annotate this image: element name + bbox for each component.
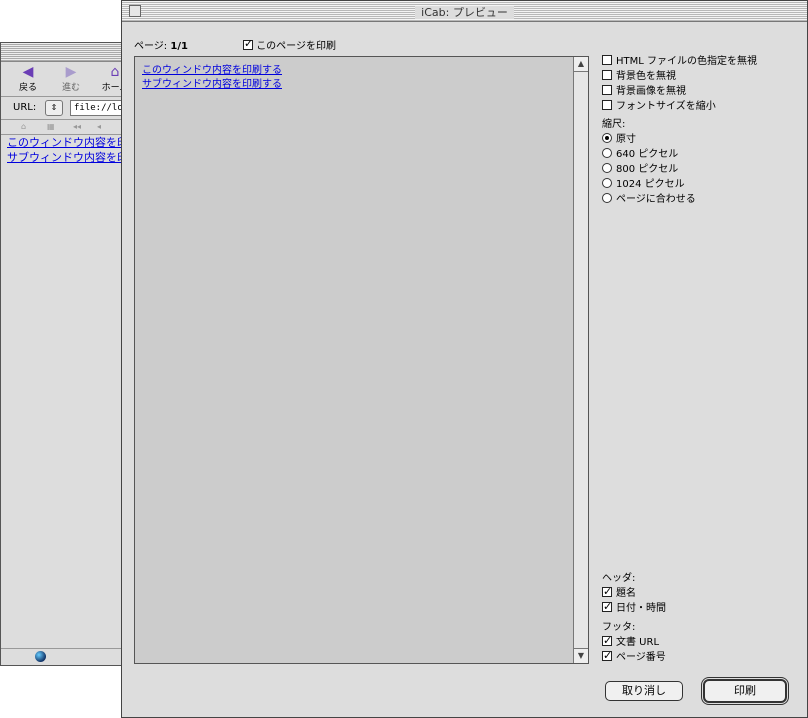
back-small-icon[interactable]: ◂	[97, 122, 101, 131]
scale-original[interactable]: 原寸	[602, 132, 696, 147]
ignore-options-group: HTML ファイルの色指定を無視 背景色を無視 背景画像を無視 フォントサイズを…	[602, 54, 757, 114]
background-window-titlebar[interactable]	[1, 43, 123, 62]
browser-toolbar: ◀ 戻る ▶ 進む ⌂ ホーム	[1, 62, 128, 97]
back-arrow-icon: ◀	[22, 64, 34, 80]
print-preview-pane: このウィンドウ内容を印刷する サブウィンドウ内容を印刷する ▲ ▼	[134, 56, 589, 664]
radio-icon[interactable]	[602, 148, 612, 158]
footer-pagenum-checkbox[interactable]: ページ番号	[602, 648, 666, 665]
status-bar	[1, 648, 123, 665]
checkbox-icon[interactable]	[602, 85, 612, 95]
browser-content-area: このウィンドウ内容を印刷する サブウィンドウ内容を印刷する	[7, 135, 161, 647]
checkbox-icon[interactable]	[602, 599, 612, 614]
scale-640[interactable]: 640 ピクセル	[602, 147, 696, 162]
print-this-page-label: このページを印刷	[256, 41, 336, 52]
scale-800[interactable]: 800 ピクセル	[602, 162, 696, 177]
dialog-title: iCab: プレビュー	[415, 6, 514, 19]
link-print-subwindow[interactable]: サブウィンドウ内容を印刷する	[7, 150, 161, 165]
radio-icon[interactable]	[602, 178, 612, 188]
option-ignore-bg-color[interactable]: 背景色を無視	[602, 69, 757, 84]
checkbox-icon[interactable]	[602, 633, 612, 648]
option-ignore-bg-image[interactable]: 背景画像を無視	[602, 84, 757, 99]
scale-heading: 縮尺:	[602, 119, 626, 130]
vertical-scrollbar[interactable]: ▲ ▼	[573, 57, 588, 663]
header-datetime-checkbox[interactable]: 日付・時間	[602, 599, 666, 616]
background-browser-window[interactable]: ◀ 戻る ▶ 進む ⌂ ホーム URL: ⇕ file://loca ⌂ ▦ ◂…	[0, 42, 161, 666]
footer-group: フッタ: 文書 URL ページ番号	[602, 620, 666, 665]
checkbox-icon[interactable]	[602, 584, 612, 599]
option-shrink-font[interactable]: フォントサイズを縮小	[602, 99, 757, 114]
checkbox-icon[interactable]	[602, 648, 612, 663]
dialog-titlebar[interactable]: iCab: プレビュー	[122, 1, 807, 22]
scale-group: 縮尺: 原寸 640 ピクセル 800 ピクセル 1024 ピクセル ページに合…	[602, 117, 696, 207]
radio-icon[interactable]	[602, 193, 612, 203]
preview-link-print-subwindow[interactable]: サブウィンドウ内容を印刷する	[142, 78, 282, 92]
print-this-page-checkbox[interactable]: このページを印刷	[243, 37, 336, 52]
scroll-up-arrow-icon[interactable]: ▲	[574, 57, 588, 72]
page-indicator: ページ: 1/1	[134, 37, 188, 52]
home-small-icon[interactable]: ⌂	[21, 122, 26, 131]
checkbox-icon[interactable]	[602, 55, 612, 65]
scroll-down-arrow-icon[interactable]: ▼	[574, 648, 588, 663]
link-print-window[interactable]: このウィンドウ内容を印刷する	[7, 135, 161, 150]
forward-button[interactable]: ▶ 進む	[51, 64, 91, 93]
globe-icon	[35, 651, 46, 662]
grid-icon[interactable]: ▦	[47, 122, 55, 131]
radio-icon[interactable]	[602, 163, 612, 173]
rewind-icon[interactable]: ◂◂	[73, 122, 81, 131]
preview-dialog: iCab: プレビュー ページ: 1/1 このページを印刷 このウィンドウ内容を…	[121, 0, 808, 718]
scale-fit-page[interactable]: ページに合わせる	[602, 192, 696, 207]
scale-1024[interactable]: 1024 ピクセル	[602, 177, 696, 192]
cancel-button[interactable]: 取り消し	[605, 681, 683, 701]
radio-icon[interactable]	[602, 133, 612, 143]
back-button[interactable]: ◀ 戻る	[8, 64, 48, 93]
print-button[interactable]: 印刷	[703, 679, 787, 703]
forward-arrow-icon: ▶	[65, 64, 77, 80]
checkbox-icon[interactable]	[602, 100, 612, 110]
preview-link-print-window[interactable]: このウィンドウ内容を印刷する	[142, 64, 282, 78]
option-ignore-html-colors[interactable]: HTML ファイルの色指定を無視	[602, 54, 757, 69]
bookmark-icon-row: ⌂ ▦ ◂◂ ◂	[1, 120, 123, 135]
checkbox-icon[interactable]	[602, 70, 612, 80]
page-value: 1/1	[170, 41, 188, 52]
url-history-popup[interactable]: ⇕	[45, 100, 63, 116]
url-label: URL:	[13, 102, 37, 113]
header-group: ヘッダ: 題名 日付・時間	[602, 571, 666, 616]
url-bar: URL: ⇕ file://loca	[1, 97, 135, 120]
checkbox-icon[interactable]	[243, 37, 253, 50]
page-label: ページ:	[134, 41, 168, 52]
